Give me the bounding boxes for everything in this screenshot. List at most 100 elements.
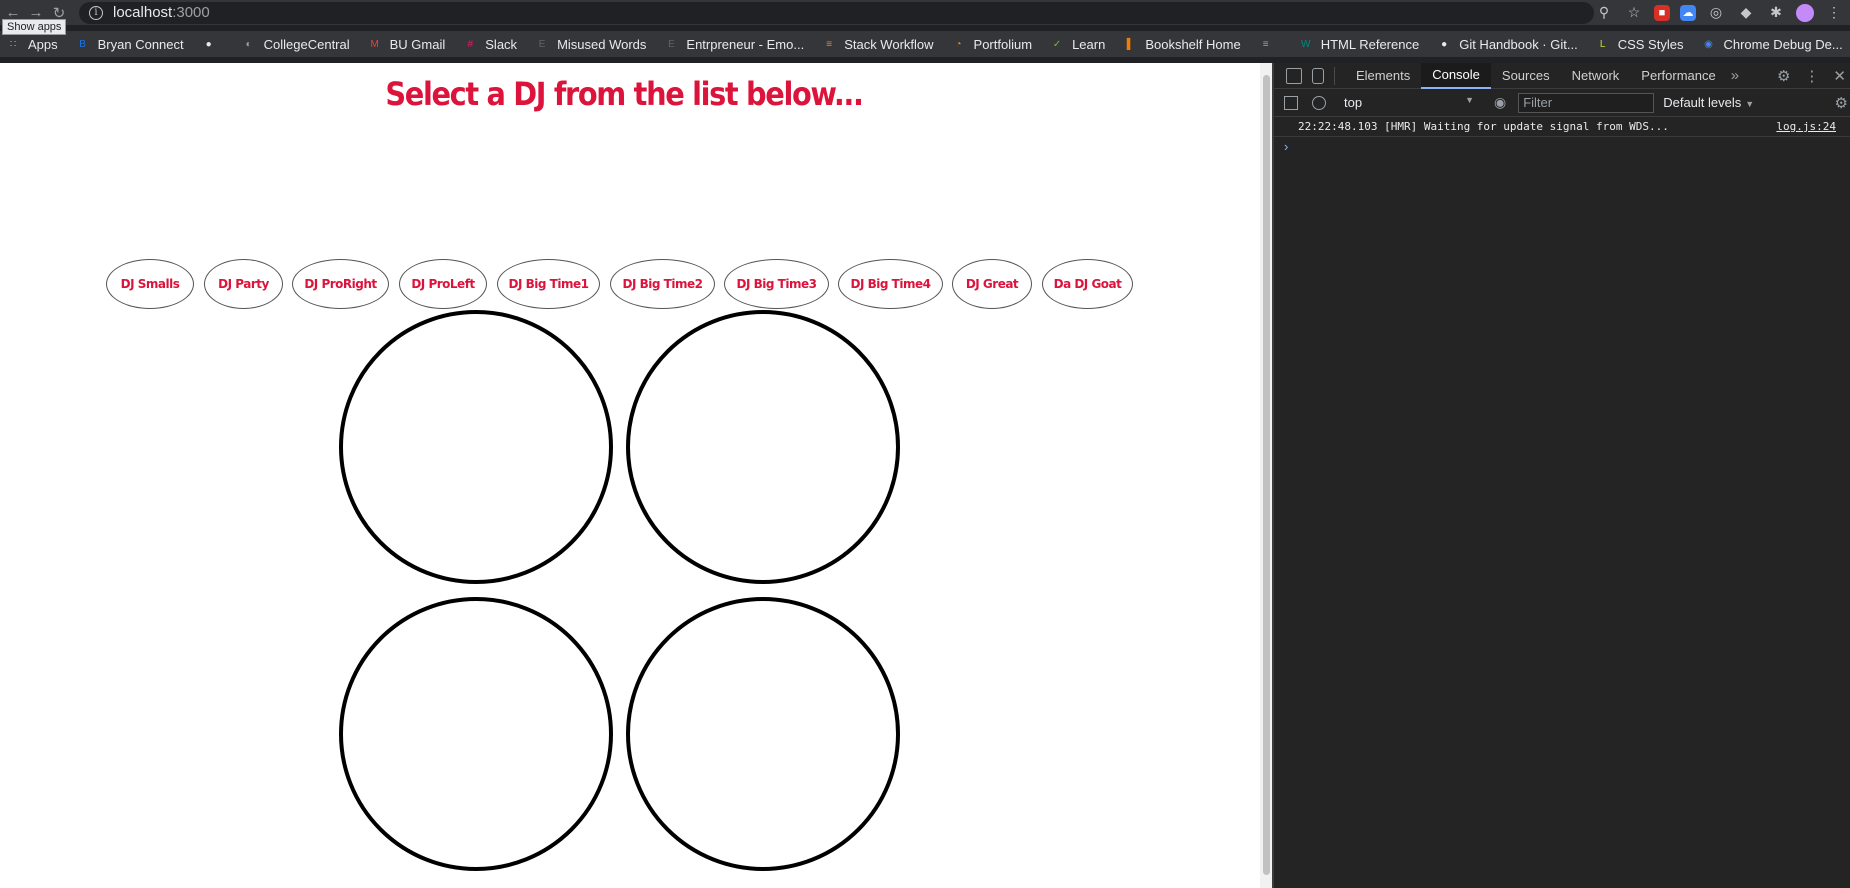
badge-extension-icon[interactable]: ◆ bbox=[1736, 3, 1756, 23]
info-icon[interactable]: i bbox=[89, 5, 103, 20]
device-toggle-icon[interactable] bbox=[1312, 67, 1324, 84]
scrollbar-thumb[interactable] bbox=[1263, 75, 1270, 875]
dj-button[interactable]: DJ Smalls bbox=[106, 259, 194, 309]
bookmark-item[interactable]: W HTML Reference bbox=[1299, 33, 1420, 55]
devtools-menu-icon[interactable]: ⋮ bbox=[1804, 67, 1819, 85]
dj-button[interactable]: DJ Party bbox=[204, 259, 283, 309]
bookmark-item[interactable]: ≡ Stack Workflow bbox=[822, 33, 933, 55]
star-icon[interactable]: ☆ bbox=[1624, 3, 1644, 23]
tab-performance[interactable]: Performance bbox=[1630, 63, 1726, 89]
devtools-panel: Elements Console Sources Network Perform… bbox=[1274, 62, 1850, 888]
bookmark-item[interactable]: E Entrpreneur - Emo... bbox=[664, 33, 804, 55]
dj-button[interactable]: DJ Big Time2 bbox=[610, 259, 715, 309]
apps-grid-icon: ∷ bbox=[9, 38, 17, 50]
page-scrollbar[interactable] bbox=[1260, 63, 1272, 888]
bookmark-item[interactable]: ◔ Portfolium bbox=[952, 33, 1033, 55]
turntable-circle[interactable] bbox=[339, 310, 613, 584]
bookmark-label: CSS Styles bbox=[1617, 36, 1684, 52]
dj-button[interactable]: DJ Big Time3 bbox=[724, 259, 829, 309]
web-page: Select a DJ from the list below... DJ Sm… bbox=[0, 63, 1272, 888]
clear-console-icon[interactable] bbox=[1312, 95, 1326, 110]
log-text: 22:22:48.103 [HMR] Waiting for update si… bbox=[1298, 120, 1669, 133]
globe-icon: ◐ bbox=[245, 38, 252, 50]
menu-dots-icon[interactable]: ⋮ bbox=[1824, 3, 1844, 23]
portfolium-icon: ◔ bbox=[955, 38, 962, 50]
turntable-circle[interactable] bbox=[339, 597, 613, 871]
bookmark-item[interactable]: ◐ CollegeCentral bbox=[242, 33, 350, 55]
github-icon: ● bbox=[1441, 38, 1448, 50]
dj-button[interactable]: DJ ProLeft bbox=[399, 259, 487, 309]
log-source-link[interactable]: log.js:24 bbox=[1776, 120, 1836, 133]
dj-button[interactable]: DJ ProRight bbox=[292, 259, 389, 309]
bookmark-item[interactable]: M BU Gmail bbox=[368, 33, 446, 55]
css-icon: L bbox=[1599, 38, 1606, 50]
avatar[interactable] bbox=[1796, 3, 1814, 22]
browser-toolbar: ← → ↻ i localhost:3000 ⚲ ☆ ■ ☁ ◎ ◆ ✱ ⋮ bbox=[0, 0, 1850, 25]
turntable-circle[interactable] bbox=[626, 310, 900, 584]
levels-dropdown[interactable]: Default levels ▼ bbox=[1663, 95, 1754, 110]
levels-label: Default levels bbox=[1663, 95, 1742, 110]
bookmark-label: Git Handbook · Git... bbox=[1459, 36, 1578, 52]
bookmark-label: BU Gmail bbox=[389, 36, 446, 52]
bookmark-label: Bryan Connect bbox=[97, 36, 184, 52]
more-tabs-icon[interactable]: » bbox=[1731, 67, 1739, 84]
bookmark-item[interactable]: ● bbox=[202, 33, 224, 55]
bookmark-item[interactable]: ● Git Handbook · Git... bbox=[1437, 33, 1578, 55]
console-settings-icon[interactable]: ⚙ bbox=[1835, 94, 1848, 112]
tooltip: Show apps bbox=[2, 19, 67, 35]
bookmark-item[interactable]: E Misused Words bbox=[535, 33, 647, 55]
bu-icon: B bbox=[79, 38, 86, 50]
tab-sources[interactable]: Sources bbox=[1491, 63, 1561, 89]
extension-icon[interactable]: ■ bbox=[1654, 4, 1670, 21]
e-icon: E bbox=[538, 38, 546, 50]
inspect-icon[interactable] bbox=[1286, 67, 1302, 84]
console-message: 22:22:48.103 [HMR] Waiting for update si… bbox=[1274, 117, 1850, 137]
console-prompt[interactable]: › bbox=[1274, 139, 1850, 154]
settings-icon[interactable]: ⚙ bbox=[1777, 67, 1790, 85]
bookmark-label: HTML Reference bbox=[1320, 36, 1420, 52]
bookmark-label: Learn bbox=[1072, 36, 1106, 52]
address-bar[interactable]: i localhost:3000 bbox=[79, 1, 1594, 24]
bookmark-icon: ≡ bbox=[1262, 38, 1269, 50]
bookshelf-icon: ▌ bbox=[1126, 38, 1134, 50]
target-extension-icon[interactable]: ◎ bbox=[1706, 3, 1726, 23]
gmail-icon: M bbox=[370, 38, 379, 50]
sidebar-toggle-icon[interactable] bbox=[1284, 95, 1298, 110]
zoom-icon[interactable]: ⚲ bbox=[1594, 3, 1614, 23]
puzzle-icon[interactable]: ✱ bbox=[1766, 3, 1786, 23]
chevron-down-icon: ▼ bbox=[1465, 95, 1474, 105]
eye-icon[interactable]: ◉ bbox=[1494, 94, 1506, 111]
github-icon: ● bbox=[205, 38, 212, 50]
bookmark-item[interactable]: ✓ Learn bbox=[1050, 33, 1105, 55]
tab-network[interactable]: Network bbox=[1561, 63, 1631, 89]
bookmark-item[interactable]: ∷ Apps bbox=[6, 33, 58, 55]
bookmark-item[interactable]: # Slack bbox=[463, 33, 517, 55]
bookmark-item[interactable]: L CSS Styles bbox=[1596, 33, 1684, 55]
bookmark-item[interactable]: ◉ Chrome Debug De... bbox=[1701, 33, 1843, 55]
filter-input[interactable]: Filter bbox=[1518, 92, 1655, 113]
cloud-extension-icon[interactable]: ☁ bbox=[1680, 4, 1696, 21]
tab-elements[interactable]: Elements bbox=[1345, 63, 1421, 89]
bookmark-item[interactable]: ≡ bbox=[1259, 33, 1281, 55]
w-icon: W bbox=[1300, 38, 1311, 50]
dj-button[interactable]: Da DJ Goat bbox=[1042, 259, 1133, 309]
stackoverflow-icon: ≡ bbox=[826, 38, 833, 50]
dj-button[interactable]: DJ Big Time1 bbox=[497, 259, 600, 309]
dj-button[interactable]: DJ Big Time4 bbox=[838, 259, 943, 309]
e-icon: E bbox=[668, 38, 675, 50]
close-devtools-icon[interactable]: ✕ bbox=[1833, 67, 1846, 85]
tab-console[interactable]: Console bbox=[1421, 62, 1491, 89]
chrome-icon: ◉ bbox=[1704, 38, 1713, 50]
slack-icon: # bbox=[467, 38, 474, 50]
dj-button[interactable]: DJ Great bbox=[952, 259, 1032, 309]
bookmark-label: Apps bbox=[28, 36, 58, 52]
console-toolbar: top ▼ ◉ Filter Default levels ▼ ⚙ bbox=[1274, 89, 1850, 117]
bookmark-label: Misused Words bbox=[557, 36, 647, 52]
bookmark-label: Slack bbox=[485, 36, 518, 52]
bookmark-item[interactable]: B Bryan Connect bbox=[76, 33, 184, 55]
bookmark-item[interactable]: ▌ Bookshelf Home bbox=[1123, 33, 1241, 55]
turntable-circle[interactable] bbox=[626, 597, 900, 871]
context-value: top bbox=[1344, 95, 1363, 110]
context-selector[interactable]: top ▼ bbox=[1344, 95, 1474, 110]
bookmark-label: Portfolium bbox=[973, 36, 1033, 52]
